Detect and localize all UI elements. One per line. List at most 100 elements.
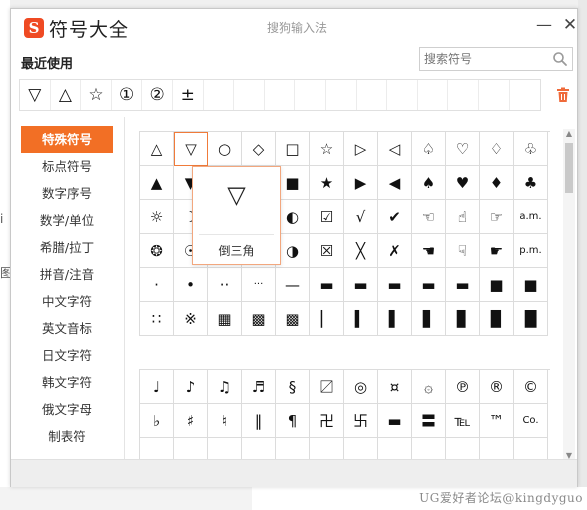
symbol-cell[interactable]: ℡ <box>446 404 480 438</box>
symbol-cell[interactable]: ♭ <box>140 404 174 438</box>
symbol-cell[interactable]: ☼ <box>140 200 174 234</box>
symbol-cell[interactable]: 〼 <box>310 370 344 404</box>
symbol-cell[interactable]: ▬ <box>310 268 344 302</box>
symbol-cell[interactable]: ♮ <box>208 404 242 438</box>
symbol-cell[interactable]: ☚ <box>412 234 446 268</box>
symbol-cell[interactable]: ¤ <box>378 370 412 404</box>
symbol-cell[interactable]: 卍 <box>310 404 344 438</box>
symbol-cell[interactable]: ℗ <box>446 370 480 404</box>
category-item[interactable]: 韩文字符 <box>21 369 113 396</box>
symbol-cell[interactable]: ※ <box>174 302 208 336</box>
symbol-cell[interactable]: ▶ <box>344 166 378 200</box>
symbol-cell[interactable]: ♬ <box>242 370 276 404</box>
symbol-cell[interactable]: █ <box>514 302 548 336</box>
recent-symbol-cell[interactable]: ① <box>112 80 143 110</box>
symbol-cell[interactable] <box>310 438 344 459</box>
minimize-button[interactable]: — <box>533 14 555 36</box>
symbol-cell[interactable]: ▲ <box>140 166 174 200</box>
symbol-cell[interactable] <box>412 438 446 459</box>
symbol-cell[interactable]: ♧ <box>514 132 548 166</box>
symbol-cell[interactable]: ♩ <box>140 370 174 404</box>
symbol-cell[interactable]: ◑ <box>276 234 310 268</box>
symbol-cell[interactable]: ▬ <box>446 268 480 302</box>
symbol-cell[interactable]: ♠ <box>412 166 446 200</box>
symbol-cell[interactable] <box>446 438 480 459</box>
symbol-cell[interactable]: ▋ <box>412 302 446 336</box>
symbol-cell[interactable]: ◐ <box>276 200 310 234</box>
category-item[interactable]: 数学/单位 <box>21 207 113 234</box>
recent-symbol-cell[interactable]: ② <box>142 80 173 110</box>
symbol-cell[interactable]: ■ <box>480 268 514 302</box>
symbol-cell[interactable]: ¶ <box>276 404 310 438</box>
symbol-cell[interactable]: ▬ <box>344 268 378 302</box>
symbol-cell[interactable]: 卐 <box>344 404 378 438</box>
symbol-cell[interactable]: ▉ <box>480 302 514 336</box>
symbol-cell[interactable]: ♦ <box>480 166 514 200</box>
symbol-cell[interactable]: ۞ <box>412 370 446 404</box>
symbol-cell[interactable]: ○ <box>208 132 242 166</box>
symbol-cell[interactable]: p.m. <box>514 234 548 268</box>
category-item[interactable]: 制表符 <box>21 423 113 450</box>
symbol-cell[interactable]: ♫ <box>208 370 242 404</box>
symbol-cell[interactable]: ☒ <box>310 234 344 268</box>
symbol-cell[interactable]: ♡ <box>446 132 480 166</box>
symbol-cell[interactable]: ☛ <box>480 234 514 268</box>
symbol-cell[interactable]: ☝ <box>446 200 480 234</box>
search-box[interactable] <box>419 47 573 71</box>
scrollbar-thumb[interactable] <box>565 143 573 193</box>
symbol-cell[interactable]: √ <box>344 200 378 234</box>
symbol-cell[interactable]: ♣ <box>514 166 548 200</box>
symbol-cell[interactable]: ▷ <box>344 132 378 166</box>
symbol-cell[interactable]: ✗ <box>378 234 412 268</box>
recent-symbol-cell[interactable]: ☆ <box>81 80 112 110</box>
recent-symbol-cell[interactable]: ± <box>173 80 204 110</box>
symbol-cell[interactable]: · <box>140 268 174 302</box>
symbol-cell[interactable]: ™ <box>480 404 514 438</box>
symbol-cell[interactable]: ◁ <box>378 132 412 166</box>
category-item[interactable]: 俄文字母 <box>21 396 113 423</box>
category-item[interactable]: 英文音标 <box>21 315 113 342</box>
symbol-cell[interactable] <box>208 438 242 459</box>
symbol-cell[interactable]: ✔ <box>378 200 412 234</box>
symbol-cell[interactable]: ▍ <box>344 302 378 336</box>
category-item[interactable]: 中文字符 <box>21 288 113 315</box>
recent-symbol-cell[interactable]: △ <box>51 80 82 110</box>
symbol-cell[interactable]: ★ <box>310 166 344 200</box>
recent-symbol-cell[interactable] <box>234 80 265 110</box>
symbol-cell[interactable] <box>344 438 378 459</box>
close-button[interactable]: ✕ <box>559 14 581 36</box>
symbol-cell[interactable] <box>378 438 412 459</box>
recent-symbol-cell[interactable] <box>479 80 510 110</box>
symbol-cell[interactable]: © <box>514 370 548 404</box>
symbol-cell[interactable]: • <box>174 268 208 302</box>
category-item[interactable]: 希腊/拉丁 <box>21 234 113 261</box>
category-item[interactable]: 拼音/注音 <box>21 261 113 288</box>
symbol-cell[interactable]: ▽ <box>174 132 208 166</box>
symbol-cell[interactable]: □ <box>276 132 310 166</box>
symbol-cell[interactable]: ® <box>480 370 514 404</box>
symbol-cell[interactable]: ∷ <box>140 302 174 336</box>
symbol-cell[interactable]: ♪ <box>174 370 208 404</box>
recent-symbol-cell[interactable] <box>510 80 541 110</box>
recent-symbol-cell[interactable] <box>418 80 449 110</box>
recent-symbol-cell[interactable] <box>326 80 357 110</box>
symbol-cell[interactable]: 〓 <box>412 404 446 438</box>
search-input[interactable] <box>424 50 548 68</box>
recent-symbol-cell[interactable] <box>204 80 235 110</box>
symbol-cell[interactable]: ■ <box>514 268 548 302</box>
scroll-up-icon[interactable]: ▲ <box>563 129 575 139</box>
symbol-cell[interactable]: ♯ <box>174 404 208 438</box>
symbol-cell[interactable] <box>480 438 514 459</box>
symbol-cell[interactable]: ☟ <box>446 234 480 268</box>
symbol-cell[interactable]: ▬ <box>412 268 446 302</box>
symbol-cell[interactable]: ☑ <box>310 200 344 234</box>
recent-symbol-cell[interactable]: ▽ <box>20 80 51 110</box>
symbol-cell[interactable]: △ <box>140 132 174 166</box>
recent-symbol-cell[interactable] <box>448 80 479 110</box>
recent-symbol-cell[interactable] <box>295 80 326 110</box>
symbol-cell[interactable]: ╳ <box>344 234 378 268</box>
title-bar[interactable]: S 符号大全 搜狗输入法 — ✕ <box>11 9 577 47</box>
symbol-cell[interactable]: — <box>276 268 310 302</box>
symbol-cell[interactable]: ■ <box>276 166 310 200</box>
symbol-cell[interactable]: ☆ <box>310 132 344 166</box>
